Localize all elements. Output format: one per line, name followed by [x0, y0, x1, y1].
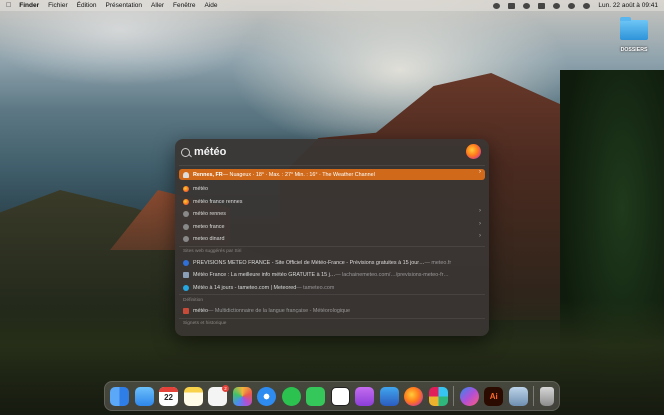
dock-notes-icon[interactable] [183, 386, 203, 406]
dock-messenger-icon[interactable] [459, 386, 479, 406]
menu-aide[interactable]: Aide [204, 2, 217, 9]
weather-place: Rennes, FR [193, 171, 223, 178]
dock-separator [533, 386, 535, 406]
dock-notion-icon[interactable] [330, 386, 350, 406]
section-bookmarks-history: Signets et historique [183, 321, 227, 326]
firefox-icon [183, 186, 189, 193]
site-title: PREVISIONS METEO FRANCE - Site Officiel … [193, 259, 425, 266]
suggestion-label: météo [193, 186, 208, 193]
suggestion-label: météo france rennes [193, 198, 243, 205]
dictionary-icon [183, 308, 189, 315]
chevron-right-icon: › [479, 220, 481, 227]
dock-illustrator-icon[interactable]: Ai [484, 386, 504, 406]
menu-fichier[interactable]: Fichier [48, 2, 68, 9]
tameteo-icon [183, 284, 189, 291]
meteo-france-icon [183, 259, 189, 266]
cloud-icon [183, 171, 189, 178]
siri-icon[interactable] [583, 2, 591, 9]
section-siri-sites: Sites web suggérés par Siri [183, 249, 242, 254]
site-title: Météo France : La meilleure info météo G… [193, 272, 336, 279]
dock: 22 2 Ai [104, 381, 560, 411]
site-title: Météo à 14 jours - tameteo.com | Meteore… [193, 284, 297, 291]
dock-reminders-icon[interactable]: 2 [208, 384, 230, 406]
definition-source: — Multidictionnaire de la langue françai… [207, 308, 351, 315]
dock-photos-icon[interactable] [232, 386, 252, 406]
menu-app-finder[interactable]: Finder [19, 2, 39, 9]
dock-messages-icon[interactable] [306, 386, 326, 406]
site-result-tameteo[interactable]: Météo à 14 jours - tameteo.com | Meteore… [175, 282, 489, 295]
spotlight-search-row: météo [175, 139, 489, 165]
menu-presentation[interactable]: Présentation [106, 2, 143, 9]
battery-icon[interactable] [508, 2, 516, 9]
site-url: — lachainemeteo.com/…/previsions-meteo-f… [335, 272, 449, 279]
dock-word-icon[interactable] [379, 386, 399, 406]
spotlight-icon[interactable] [568, 2, 576, 9]
suggestion-icon [183, 236, 189, 243]
menu-edition[interactable]: Édition [77, 2, 97, 9]
lachainemeteo-icon [183, 272, 189, 279]
desktop-folder-label: DOSSIERS [620, 47, 648, 53]
dock-calendar-icon[interactable]: 22 [159, 386, 179, 406]
suggestion-icon [183, 211, 189, 218]
weather-details: — Nuageux · 18° · Max. : 27° Min. : 16° … [222, 171, 375, 178]
dock-podcasts-icon[interactable] [355, 386, 375, 406]
dock-slack-icon[interactable] [428, 386, 448, 406]
dock-whatsapp-icon[interactable] [281, 386, 301, 406]
section-definition: Définition [183, 297, 203, 303]
dock-preview-icon[interactable] [508, 386, 528, 406]
definition-word: météo [193, 308, 208, 315]
wifi-icon[interactable] [523, 2, 531, 9]
desktop-folder[interactable]: DOSSIERS [619, 17, 649, 53]
site-result-lachainemeteo[interactable]: Météo France : La meilleure info météo G… [175, 269, 489, 282]
firefox-icon [183, 198, 189, 205]
control-center-icon[interactable] [538, 2, 546, 9]
chevron-right-icon: › [479, 169, 481, 175]
bluetooth-icon[interactable] [553, 2, 561, 9]
chevron-right-icon: › [479, 233, 481, 239]
calendar-day: 22 [164, 392, 173, 402]
spotlight-window: météo Rennes, FR — Nuageux · 18° · Max. … [175, 139, 489, 336]
illustrator-label: Ai [489, 391, 498, 401]
dock-finder-icon[interactable] [110, 386, 129, 406]
suggestion-meteo[interactable]: météo [175, 183, 489, 196]
suggestion-meteo-france[interactable]: meteo france › [175, 221, 489, 234]
suggestion-icon [183, 223, 189, 230]
firefox-icon [466, 144, 481, 159]
suggestion-meteo-dinard[interactable]: meteo dinard › [175, 233, 489, 246]
definition-result[interactable]: météo — Multidictionnaire de la langue f… [175, 305, 489, 318]
dock-mail-icon[interactable] [134, 386, 154, 406]
apple-menu-icon[interactable]:  [6, 2, 11, 9]
menu-fenetre[interactable]: Fenêtre [173, 2, 195, 9]
site-url: — meteo.fr [424, 259, 452, 266]
site-result-meteo-france[interactable]: PREVISIONS METEO FRANCE - Site Officiel … [175, 257, 489, 270]
search-icon [181, 147, 190, 157]
suggestion-label: météo rennes [193, 211, 226, 218]
suggestion-meteo-france-rennes[interactable]: météo france rennes [175, 196, 489, 209]
status-area: Lun. 22 août à 09:41 [493, 2, 658, 9]
dock-trash-icon[interactable] [539, 386, 554, 406]
reminders-badge: 2 [222, 384, 230, 392]
suggestion-meteo-rennes[interactable]: météo rennes › [175, 208, 489, 221]
menubar:  Finder Fichier Édition Présentation Al… [0, 0, 664, 11]
folder-icon [620, 17, 648, 40]
spotlight-search-input[interactable]: météo [194, 146, 226, 158]
suggestion-label: meteo france [193, 223, 225, 230]
screen-record-icon[interactable] [493, 2, 501, 9]
dock-firefox-icon[interactable] [404, 386, 424, 406]
site-url: — tameteo.com [296, 284, 335, 291]
chevron-right-icon: › [479, 208, 481, 214]
menubar-clock[interactable]: Lun. 22 août à 09:41 [598, 2, 658, 9]
dock-safari-icon[interactable] [257, 386, 277, 406]
dock-separator [453, 386, 455, 406]
result-top-hit-weather[interactable]: Rennes, FR — Nuageux · 18° · Max. : 27° … [179, 169, 485, 180]
menu-aller[interactable]: Aller [151, 2, 164, 9]
suggestion-label: meteo dinard [193, 236, 225, 243]
